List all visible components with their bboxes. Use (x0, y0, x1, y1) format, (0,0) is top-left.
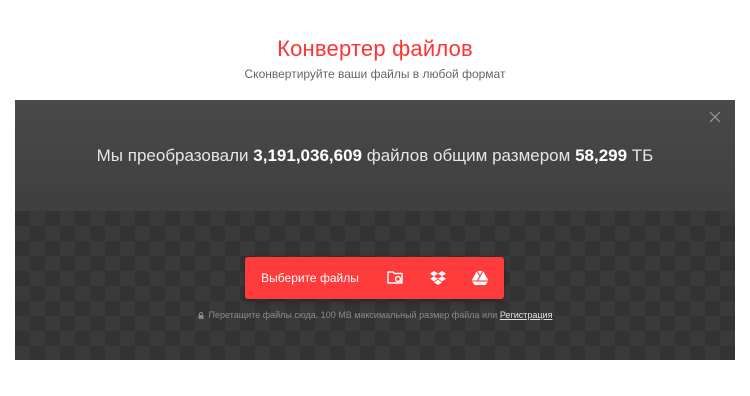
hint-text: Перетащите файлы сюда. 100 MB максимальн… (208, 310, 498, 320)
total-size: 58,299 (575, 146, 628, 165)
choose-files-button[interactable]: Выберите файлы (245, 257, 375, 299)
google-drive-icon[interactable] (459, 257, 501, 299)
stats-prefix: Мы преобразовали (96, 146, 249, 165)
size-unit: ТБ (631, 146, 654, 165)
register-link[interactable]: Регистрация (500, 310, 553, 320)
files-count: 3,191,036,609 (253, 146, 362, 165)
close-icon[interactable] (707, 109, 723, 125)
conversion-stats: Мы преобразовали 3,191,036,609 файлов об… (15, 146, 735, 166)
page-title: Конвертер файлов (277, 36, 473, 61)
stats-banner: Мы преобразовали 3,191,036,609 файлов об… (15, 100, 735, 211)
upload-button-group: Выберите файлы (245, 257, 504, 299)
stats-middle: файлов общим размером (366, 146, 571, 165)
converter-panel: Мы преобразовали 3,191,036,609 файлов об… (15, 100, 735, 360)
page-header: Конвертер файлов Сконвертируйте ваши фай… (0, 0, 750, 100)
folder-search-icon[interactable] (375, 257, 417, 299)
upload-hint: Перетащите файлы сюда. 100 MB максимальн… (15, 310, 735, 320)
dropbox-icon[interactable] (417, 257, 459, 299)
page-subtitle: Сконвертируйте ваши файлы в любой формат (244, 67, 506, 81)
lock-icon (198, 311, 204, 319)
